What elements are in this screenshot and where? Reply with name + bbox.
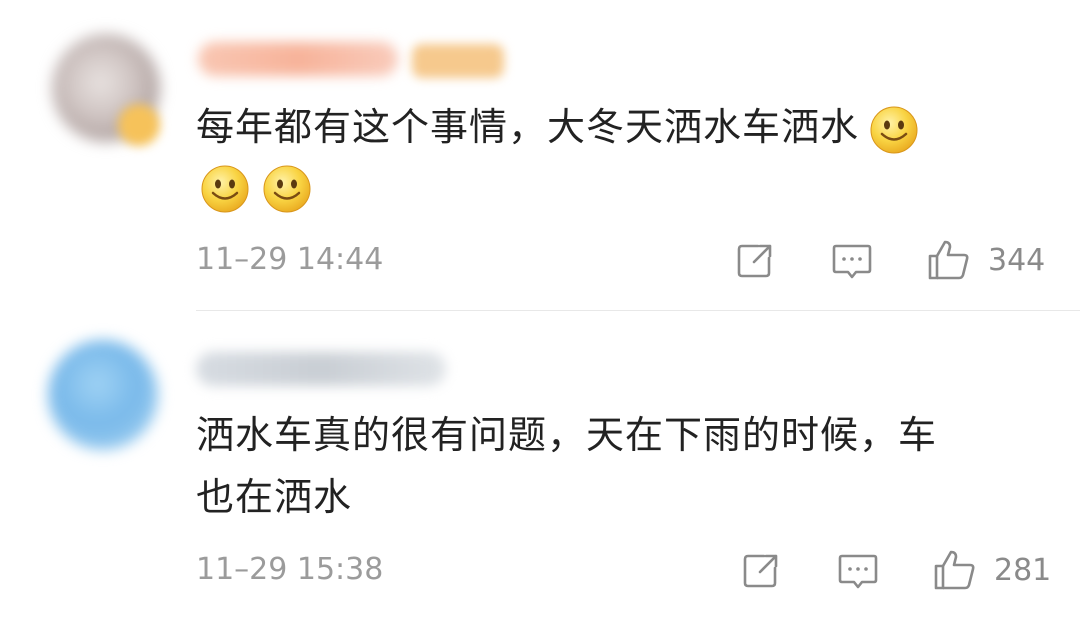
comment-icon	[838, 554, 878, 589]
smile-emoji-icon	[201, 165, 249, 213]
comment-timestamp: 11–29 14:44	[196, 242, 384, 277]
share-icon	[737, 244, 772, 278]
comment-icon	[832, 244, 872, 279]
like-button[interactable]: 344	[926, 238, 1045, 282]
comment-divider	[196, 310, 1080, 311]
comment-button[interactable]	[830, 240, 874, 282]
username[interactable]	[198, 42, 398, 76]
like-button[interactable]: 281	[932, 548, 1051, 592]
smile-emoji-icon	[870, 106, 918, 153]
emoji-row	[200, 164, 324, 214]
smile-emoji-icon	[263, 165, 311, 213]
like-count: 281	[994, 552, 1052, 588]
comment-text: 每年都有这个事情，大冬天洒水车洒水	[196, 96, 919, 158]
share-button[interactable]	[740, 550, 782, 592]
comment-text: 洒水车真的很有问题，天在下雨的时候，车 也在洒水	[196, 404, 937, 528]
vip-badge-icon	[412, 44, 504, 78]
thumbs-up-icon	[928, 240, 969, 280]
like-count: 344	[988, 242, 1046, 278]
comment-text-content: 每年都有这个事情，大冬天洒水车洒水	[196, 105, 860, 149]
comment-timestamp: 11–29 15:38	[196, 552, 384, 587]
comment-button[interactable]	[836, 550, 880, 592]
share-button[interactable]	[734, 240, 776, 282]
comment-text-line: 也在洒水	[196, 475, 353, 519]
avatar[interactable]	[48, 340, 158, 450]
share-icon	[743, 554, 778, 588]
comment-text-line: 洒水车真的很有问题，天在下雨的时候，车	[196, 413, 938, 457]
avatar-badge-icon	[118, 104, 160, 146]
username[interactable]	[196, 352, 446, 386]
thumbs-up-icon	[934, 550, 975, 590]
